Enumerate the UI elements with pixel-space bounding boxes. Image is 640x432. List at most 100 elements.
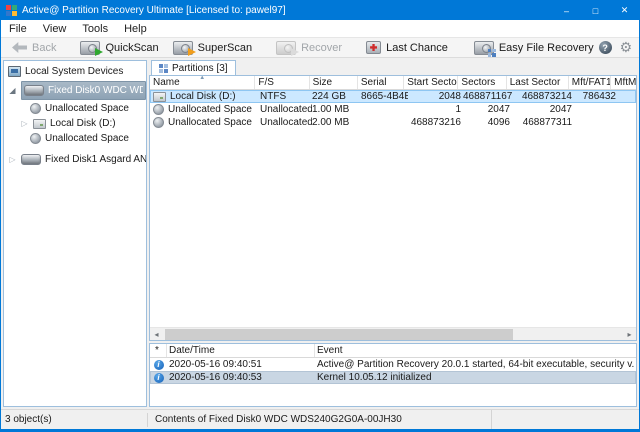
file-grid-icon <box>488 49 496 57</box>
quickscan-disk-icon <box>80 41 100 55</box>
sidebar-item-fixed-disk0[interactable]: ◢ Fixed Disk0 WDC WDS240G2G0A... <box>4 80 146 101</box>
column-header-mft[interactable]: Mft/FAT1 <box>569 76 611 89</box>
partitions-pane: Name ▲ F/S Size Serial Start Sector Sect… <box>149 75 637 341</box>
column-header-fs[interactable]: F/S <box>255 76 309 89</box>
easy-file-recovery-disk-icon <box>474 41 494 55</box>
maximize-button[interactable]: □ <box>581 1 610 20</box>
sidebar-item-local-disk-d[interactable]: ▷ Local Disk (D:) <box>4 116 146 131</box>
drive-icon <box>33 119 46 129</box>
log-column-datetime[interactable]: Date/Time <box>167 344 315 357</box>
content-area: Local System Devices ◢ Fixed Disk0 WDC W… <box>1 58 639 409</box>
unallocated-sphere-icon <box>153 104 164 115</box>
unallocated-sphere-icon <box>30 133 41 144</box>
back-label: Back <box>32 42 56 54</box>
recover-button[interactable]: Recover <box>271 40 347 56</box>
list-item[interactable]: i 2020-05-16 09:40:51 Active@ Partition … <box>150 358 636 371</box>
table-row[interactable]: Unallocated Space Unallocated 1.00 MB 1 … <box>150 103 636 116</box>
expander-open-icon[interactable]: ◢ <box>8 86 17 95</box>
scrollbar-track[interactable] <box>163 328 623 340</box>
last-chance-label: Last Chance <box>386 42 448 54</box>
last-chance-button[interactable]: Last Chance <box>361 40 453 55</box>
superscan-disk-icon <box>173 41 193 55</box>
column-header-sectors[interactable]: Sectors <box>458 76 506 89</box>
table-row[interactable]: Unallocated Space Unallocated 2.00 MB 46… <box>150 116 636 129</box>
menu-tools[interactable]: Tools <box>74 20 116 37</box>
title-bar: Active@ Partition Recovery Ultimate [Lic… <box>1 1 639 20</box>
fixed-disk0-label: Fixed Disk0 WDC WDS240G2G0A... <box>48 85 143 96</box>
recover-disk-icon <box>276 41 296 55</box>
tree-root-label: Local System Devices <box>25 66 123 77</box>
status-right-section <box>491 410 639 429</box>
tab-strip: Partitions [3] <box>149 60 637 76</box>
superscan-label: SuperScan <box>198 42 252 54</box>
tab-partitions[interactable]: Partitions [3] <box>151 60 236 76</box>
close-button[interactable]: ✕ <box>610 1 639 20</box>
easy-file-recovery-button[interactable]: Easy File Recovery <box>469 40 599 56</box>
red-cross-icon <box>370 44 377 51</box>
column-header-name[interactable]: Name ▲ <box>150 76 255 89</box>
menu-view[interactable]: View <box>35 20 75 37</box>
partitions-tab-icon <box>159 64 168 73</box>
quickscan-button[interactable]: QuickScan <box>75 40 163 56</box>
green-arrow-icon <box>95 48 103 56</box>
computer-icon <box>8 66 21 77</box>
unallocated-1-label: Unallocated Space <box>45 103 129 114</box>
tab-partitions-label: Partitions [3] <box>172 63 228 74</box>
unallocated-2-label: Unallocated Space <box>45 133 129 144</box>
partitions-table-header: Name ▲ F/S Size Serial Start Sector Sect… <box>150 76 636 90</box>
settings-gear-icon[interactable]: ⚙ <box>620 41 633 54</box>
app-icon <box>6 5 17 16</box>
column-header-size[interactable]: Size <box>310 76 358 89</box>
log-header: * Date/Time Event <box>150 344 636 358</box>
sidebar-item-unallocated-1[interactable]: Unallocated Space <box>4 101 146 116</box>
first-aid-icon <box>366 41 381 54</box>
horizontal-scrollbar[interactable]: ◂ ▸ <box>150 327 636 340</box>
status-bar: 3 object(s) Contents of Fixed Disk0 WDC … <box>1 409 639 429</box>
table-row[interactable]: Local Disk (D:) NTFS 224 GB 8665-4B4E 20… <box>150 90 636 103</box>
column-header-last-sector[interactable]: Last Sector <box>507 76 569 89</box>
table-empty-space <box>150 129 636 327</box>
window-controls: – □ ✕ <box>552 1 639 20</box>
column-header-start-sector[interactable]: Start Sector <box>404 76 458 89</box>
column-header-mftm[interactable]: MftM <box>611 76 636 89</box>
sidebar-item-unallocated-2[interactable]: Unallocated Space <box>4 131 146 146</box>
unallocated-sphere-icon <box>153 117 164 128</box>
list-item[interactable]: i 2020-05-16 09:40:53 Kernel 10.05.12 in… <box>150 371 636 384</box>
fixed-disk1-label: Fixed Disk1 Asgard AN256NVMe... <box>45 154 146 165</box>
app-window: Active@ Partition Recovery Ultimate [Lic… <box>0 0 640 432</box>
toolbar-right-group: ? ⚙ <box>599 41 637 54</box>
unallocated-sphere-icon <box>30 103 41 114</box>
gray-arrow-icon <box>291 48 299 56</box>
recover-label: Recover <box>301 42 342 54</box>
info-icon[interactable]: ? <box>599 41 612 54</box>
scroll-left-icon[interactable]: ◂ <box>150 328 163 341</box>
main-area: Partitions [3] Name ▲ F/S Size Serial St… <box>149 60 637 407</box>
info-circle-icon: i <box>154 360 164 370</box>
local-disk-d-label: Local Disk (D:) <box>50 118 116 129</box>
expander-closed-icon[interactable]: ▷ <box>8 155 17 164</box>
hard-disk-icon <box>21 154 41 165</box>
log-column-star[interactable]: * <box>150 344 167 357</box>
back-button[interactable]: Back <box>7 41 61 55</box>
hard-disk-icon <box>24 85 44 96</box>
toolbar: Back QuickScan SuperScan Recover Last Ch… <box>1 37 639 58</box>
sidebar-item-local-system-devices[interactable]: Local System Devices <box>4 63 146 80</box>
log-column-event[interactable]: Event <box>315 344 636 357</box>
fixed-disk0-selection[interactable]: Fixed Disk0 WDC WDS240G2G0A... <box>21 81 146 100</box>
column-header-serial[interactable]: Serial <box>358 76 404 89</box>
expander-closed-icon[interactable]: ▷ <box>20 119 29 128</box>
back-arrow-icon <box>12 42 27 53</box>
sort-ascending-icon: ▲ <box>199 76 205 81</box>
scrollbar-thumb[interactable] <box>165 329 513 340</box>
event-log-pane: * Date/Time Event i 2020-05-16 09:40:51 … <box>149 343 637 407</box>
sidebar-item-fixed-disk1[interactable]: ▷ Fixed Disk1 Asgard AN256NVMe... <box>4 149 146 170</box>
superscan-button[interactable]: SuperScan <box>168 40 257 56</box>
minimize-button[interactable]: – <box>552 1 581 20</box>
scroll-right-icon[interactable]: ▸ <box>623 328 636 341</box>
easy-file-recovery-label: Easy File Recovery <box>499 42 594 54</box>
menu-bar: File View Tools Help <box>1 20 639 37</box>
device-tree-panel: Local System Devices ◢ Fixed Disk0 WDC W… <box>3 60 147 407</box>
menu-file[interactable]: File <box>1 20 35 37</box>
menu-help[interactable]: Help <box>116 20 155 37</box>
orange-arrow-icon <box>188 48 196 56</box>
